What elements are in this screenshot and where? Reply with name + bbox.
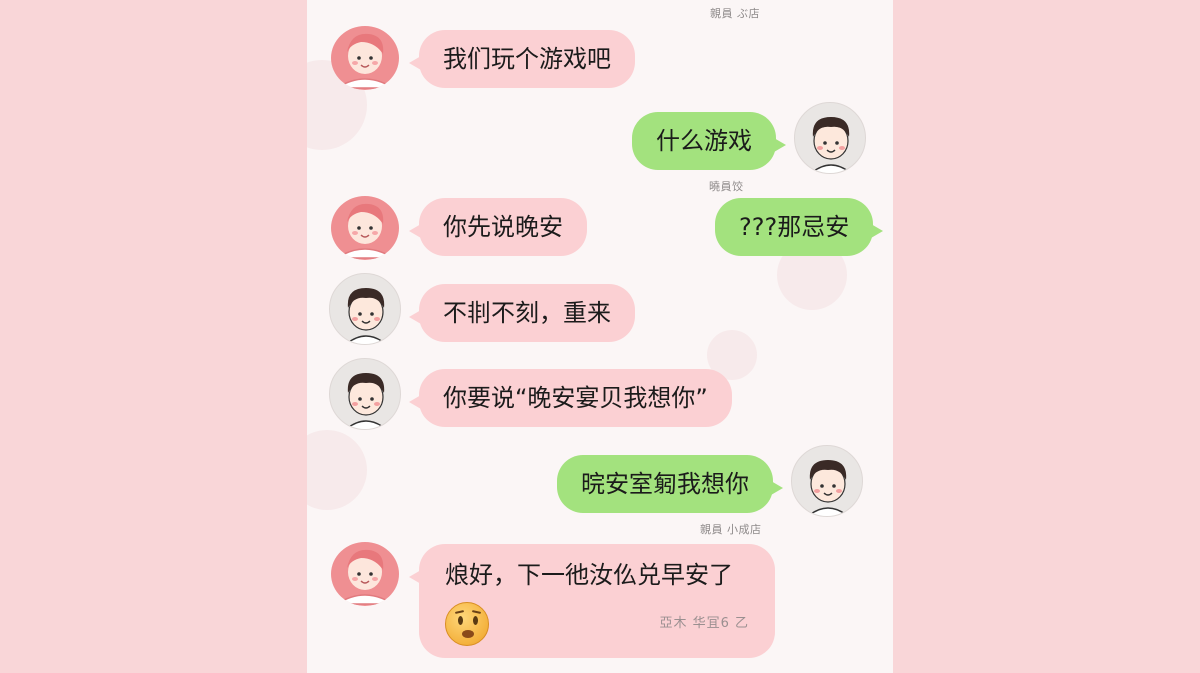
worried-smiling-face-emoji-icon <box>445 602 489 646</box>
message-row[interactable]: ???那忌安 <box>715 198 884 256</box>
message-bubble[interactable]: 不剕不刻，重来 <box>409 284 635 342</box>
message-row[interactable]: 我们玩个游戏吧 <box>329 18 635 90</box>
timestamp: 曉員饺 <box>709 180 744 193</box>
message-row[interactable]: 你要说“晚安宴贝我想你” <box>329 358 732 430</box>
message-bubble[interactable]: 你要说“晚安宴贝我想你” <box>409 369 732 427</box>
message-text: 烺好，下一彵汝仫兑早安了 <box>445 561 733 589</box>
avatar-boy[interactable] <box>329 358 401 430</box>
timestamp: 親員 ぶ店 <box>710 7 760 20</box>
message-row[interactable]: 什么游戏 <box>632 102 866 174</box>
boy-avatar-icon <box>345 373 387 429</box>
message-bubble[interactable]: 烺好，下一彵汝仫兑早安了 亞木 华冝6 乙 <box>409 544 775 658</box>
girl-avatar-icon <box>331 542 399 606</box>
background-decoration <box>307 430 367 510</box>
girl-avatar-icon <box>331 26 399 90</box>
boy-avatar-icon <box>807 460 849 516</box>
message-bubble[interactable]: 你先说晚安 <box>409 198 587 256</box>
message-bubble[interactable]: 晥安室匑我想你 <box>557 455 783 513</box>
message-bubble[interactable]: ???那忌安 <box>715 198 884 256</box>
boy-avatar-icon <box>345 288 387 344</box>
girl-avatar-icon <box>331 196 399 260</box>
chat-panel: 親員 ぶ店 我们玩个游戏吧 什么游戏 曉員饺 你先说晚安 ???那忌安 不剕不刻… <box>307 0 893 673</box>
message-row[interactable]: 烺好，下一彵汝仫兑早安了 亞木 华冝6 乙 <box>329 534 775 658</box>
message-bubble[interactable]: 我们玩个游戏吧 <box>409 30 635 88</box>
message-footer: 亞木 华冝6 乙 <box>445 602 749 646</box>
avatar-girl[interactable] <box>329 188 401 260</box>
boy-avatar-icon <box>810 117 852 173</box>
message-row[interactable]: 不剕不刻，重来 <box>329 273 635 345</box>
message-row[interactable]: 你先说晚安 <box>329 188 587 260</box>
message-row[interactable]: 晥安室匑我想你 <box>557 445 863 517</box>
avatar-boy[interactable] <box>329 273 401 345</box>
message-bubble[interactable]: 什么游戏 <box>632 112 786 170</box>
avatar-boy[interactable] <box>794 102 866 174</box>
avatar-boy[interactable] <box>791 445 863 517</box>
timestamp: 亞木 华冝6 乙 <box>659 616 749 631</box>
avatar-girl[interactable] <box>329 534 401 606</box>
avatar-girl[interactable] <box>329 18 401 90</box>
